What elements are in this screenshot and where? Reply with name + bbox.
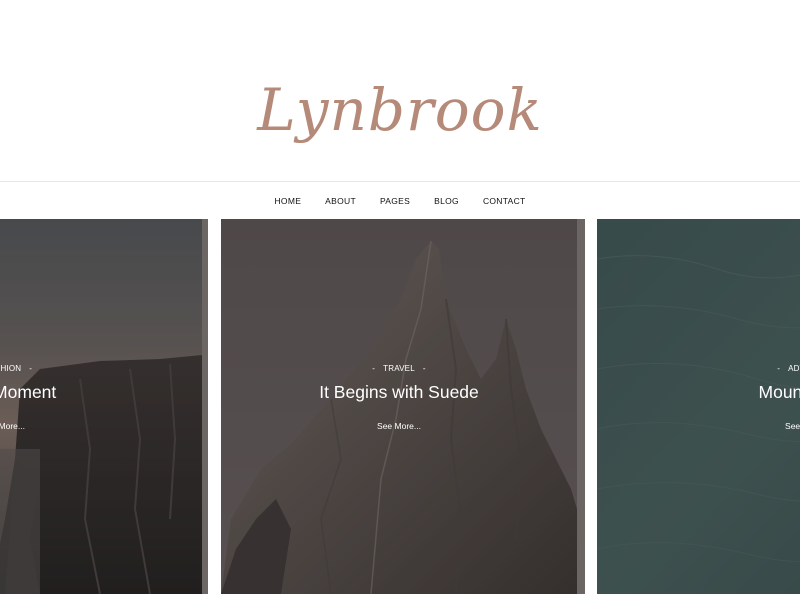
main-navigation: HOME ABOUT PAGES BLOG CONTACT xyxy=(0,181,800,219)
slide-title[interactable]: It Begins with Suede xyxy=(221,382,577,403)
nav-item-pages[interactable]: PAGES xyxy=(368,196,422,206)
slide-category: -ADVENTURES xyxy=(777,364,800,373)
see-more-link[interactable]: See More... xyxy=(221,421,577,431)
nav-item-contact[interactable]: CONTACT xyxy=(471,196,538,206)
see-more-link[interactable]: See More... xyxy=(0,421,46,431)
slide-category: - TRAVEL - xyxy=(372,364,426,373)
nav-menu: HOME ABOUT PAGES BLOG CONTACT xyxy=(0,182,800,219)
slide-content: -ADVENTURES Mountain Va See More... xyxy=(697,364,800,431)
slide-divider xyxy=(577,219,585,594)
nav-item-about[interactable]: ABOUT xyxy=(313,196,368,206)
slide-title[interactable]: Mountain Va xyxy=(697,382,800,403)
slide-card-fashion[interactable]: -FASHION- Miu Moment See More... xyxy=(0,219,202,594)
nav-item-home[interactable]: HOME xyxy=(262,196,313,206)
slide-content: - TRAVEL - It Begins with Suede See More..… xyxy=(221,364,577,431)
slide-title[interactable]: Miu Moment xyxy=(0,382,56,403)
slide-divider xyxy=(202,219,208,594)
site-header: Lynbrook xyxy=(0,0,800,181)
slide-card-travel[interactable]: - TRAVEL - It Begins with Suede See More..… xyxy=(221,219,577,594)
slide-category: -FASHION- xyxy=(0,364,33,373)
see-more-link[interactable]: See More... xyxy=(697,421,800,431)
featured-slider: -FASHION- Miu Moment See More... xyxy=(0,219,800,600)
slide-content: -FASHION- Miu Moment See More... xyxy=(0,364,56,431)
slide-card-adventures[interactable]: -ADVENTURES Mountain Va See More... xyxy=(597,219,800,594)
nav-item-blog[interactable]: BLOG xyxy=(422,196,471,206)
site-logo[interactable]: Lynbrook xyxy=(0,70,800,150)
